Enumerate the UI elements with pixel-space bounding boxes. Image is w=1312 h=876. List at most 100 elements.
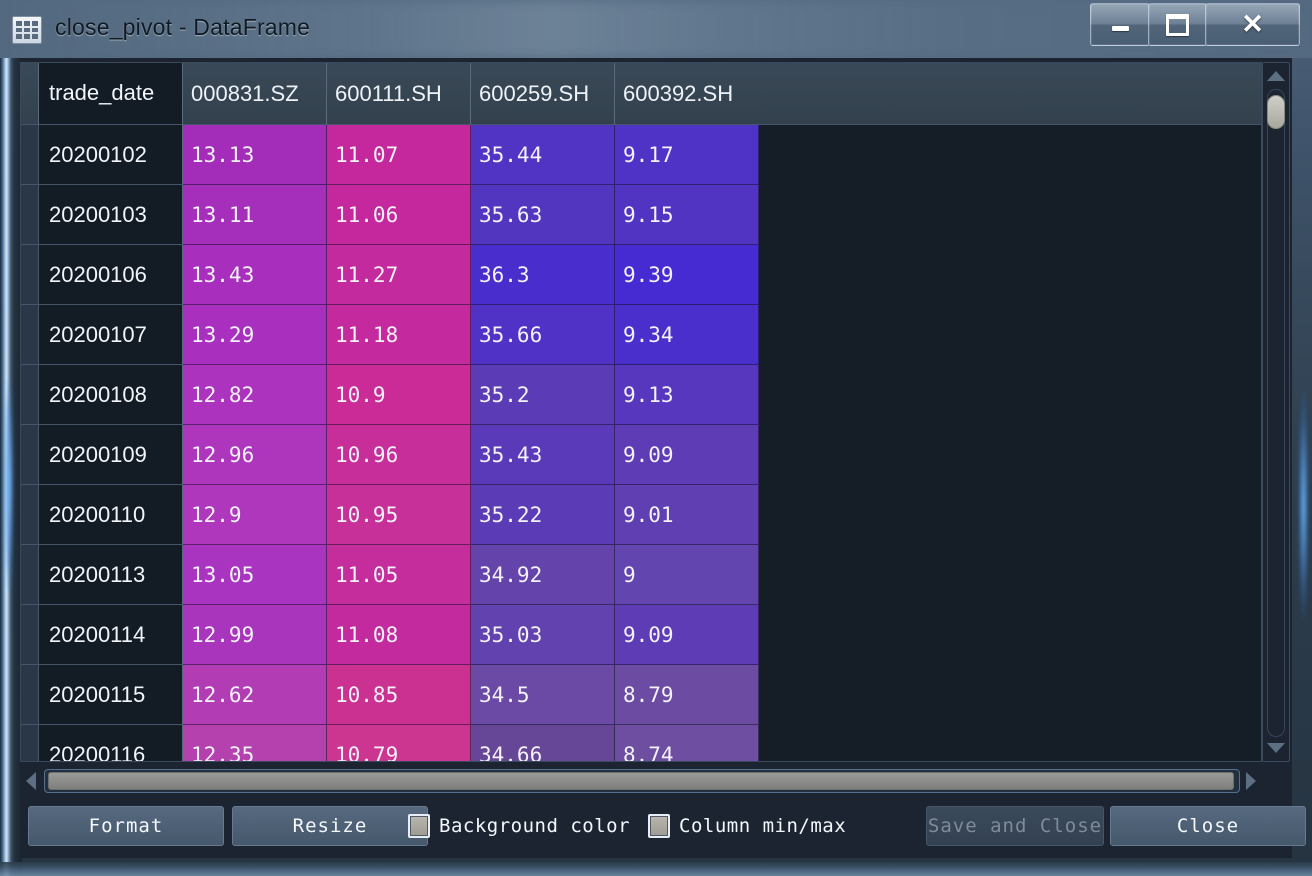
vertical-scrollbar[interactable] [1262, 62, 1290, 762]
table-cell[interactable]: 10.95 [327, 485, 471, 545]
table-cell[interactable]: 8.79 [615, 665, 759, 725]
vertical-scroll-thumb[interactable] [1267, 95, 1285, 129]
close-window-button[interactable]: ✕ [1205, 3, 1300, 46]
table-cell[interactable]: 12.82 [183, 365, 327, 425]
horizontal-scroll-thumb[interactable] [48, 772, 1234, 790]
table-row[interactable]: 20200114 12.99 11.08 35.03 9.09 [21, 605, 1261, 665]
table-cell[interactable]: 12.62 [183, 665, 327, 725]
table-cell[interactable]: 11.07 [327, 125, 471, 185]
table-cell[interactable]: 35.43 [471, 425, 615, 485]
table-cell[interactable]: 9.01 [615, 485, 759, 545]
column-header-trade-date[interactable]: trade_date [39, 63, 183, 125]
row-selector-gutter[interactable] [21, 605, 39, 665]
row-index-cell[interactable]: 20200106 [39, 245, 183, 305]
row-selector-gutter[interactable] [21, 485, 39, 545]
save-and-close-button[interactable]: Save and Close [926, 806, 1104, 846]
table-cell[interactable]: 35.44 [471, 125, 615, 185]
table-cell[interactable]: 13.11 [183, 185, 327, 245]
row-index-cell[interactable]: 20200109 [39, 425, 183, 485]
table-cell[interactable]: 9.17 [615, 125, 759, 185]
table-cell[interactable]: 12.9 [183, 485, 327, 545]
row-selector-gutter[interactable] [21, 425, 39, 485]
column-header-600392-sh[interactable]: 600392.SH [615, 63, 1261, 125]
minimize-button[interactable] [1090, 3, 1150, 46]
table-cell[interactable]: 8.74 [615, 725, 759, 761]
row-index-cell[interactable]: 20200103 [39, 185, 183, 245]
table-row[interactable]: 20200107 13.29 11.18 35.66 9.34 [21, 305, 1261, 365]
format-button[interactable]: Format [28, 806, 224, 846]
table-cell[interactable]: 34.66 [471, 725, 615, 761]
table-row[interactable]: 20200109 12.96 10.96 35.43 9.09 [21, 425, 1261, 485]
scroll-up-arrow[interactable] [1267, 71, 1285, 81]
row-index-cell[interactable]: 20200116 [39, 725, 183, 761]
table-cell[interactable]: 9.09 [615, 605, 759, 665]
row-selector-gutter[interactable] [21, 305, 39, 365]
table-cell[interactable]: 11.06 [327, 185, 471, 245]
scroll-right-arrow[interactable] [1246, 772, 1256, 790]
row-index-cell[interactable]: 20200114 [39, 605, 183, 665]
table-cell[interactable]: 11.27 [327, 245, 471, 305]
column-header-600259-sh[interactable]: 600259.SH [471, 63, 615, 125]
table-cell[interactable]: 9.39 [615, 245, 759, 305]
row-index-cell[interactable]: 20200102 [39, 125, 183, 185]
column-header-000831-sz[interactable]: 000831.SZ [183, 63, 327, 125]
table-cell[interactable]: 10.85 [327, 665, 471, 725]
table-cell[interactable]: 10.79 [327, 725, 471, 761]
column-header-600111-sh[interactable]: 600111.SH [327, 63, 471, 125]
table-cell[interactable]: 11.08 [327, 605, 471, 665]
row-selector-gutter[interactable] [21, 185, 39, 245]
row-index-cell[interactable]: 20200108 [39, 365, 183, 425]
table-cell[interactable]: 35.22 [471, 485, 615, 545]
row-selector-gutter[interactable] [21, 725, 39, 761]
table-row[interactable]: 20200110 12.9 10.95 35.22 9.01 [21, 485, 1261, 545]
vertical-scroll-track[interactable] [1267, 89, 1285, 737]
column-minmax-checkbox[interactable]: Column min/max [648, 814, 846, 838]
table-cell[interactable]: 34.92 [471, 545, 615, 605]
table-cell[interactable]: 9.09 [615, 425, 759, 485]
table-cell[interactable]: 12.99 [183, 605, 327, 665]
table-cell[interactable]: 35.03 [471, 605, 615, 665]
table-row[interactable]: 20200115 12.62 10.85 34.5 8.79 [21, 665, 1261, 725]
maximize-button[interactable] [1148, 3, 1207, 46]
table-cell[interactable]: 12.96 [183, 425, 327, 485]
resize-button[interactable]: Resize [232, 806, 428, 846]
table-cell[interactable]: 9.34 [615, 305, 759, 365]
table-cell[interactable]: 9 [615, 545, 759, 605]
table-cell[interactable]: 35.63 [471, 185, 615, 245]
table-cell[interactable]: 35.2 [471, 365, 615, 425]
table-cell[interactable]: 13.13 [183, 125, 327, 185]
background-color-checkbox[interactable]: Background color [408, 814, 630, 838]
table-cell[interactable]: 10.9 [327, 365, 471, 425]
row-selector-gutter[interactable] [21, 365, 39, 425]
table-row[interactable]: 20200106 13.43 11.27 36.3 9.39 [21, 245, 1261, 305]
close-button[interactable]: Close [1110, 806, 1306, 846]
scroll-left-arrow[interactable] [26, 772, 36, 790]
row-index-cell[interactable]: 20200110 [39, 485, 183, 545]
row-selector-gutter[interactable] [21, 545, 39, 605]
scroll-down-arrow[interactable] [1267, 743, 1285, 753]
row-selector-gutter[interactable] [21, 125, 39, 185]
title-bar[interactable]: close_pivot - DataFrame ✕ [0, 0, 1312, 58]
table-row[interactable]: 20200116 12.35 10.79 34.66 8.74 [21, 725, 1261, 761]
table-cell[interactable]: 9.15 [615, 185, 759, 245]
table-row[interactable]: 20200108 12.82 10.9 35.2 9.13 [21, 365, 1261, 425]
horizontal-scrollbar[interactable] [20, 766, 1262, 796]
table-cell[interactable]: 34.5 [471, 665, 615, 725]
table-cell[interactable]: 9.13 [615, 365, 759, 425]
row-index-cell[interactable]: 20200113 [39, 545, 183, 605]
table-cell[interactable]: 13.29 [183, 305, 327, 365]
table-cell[interactable]: 11.18 [327, 305, 471, 365]
table-cell[interactable]: 12.35 [183, 725, 327, 761]
row-index-cell[interactable]: 20200115 [39, 665, 183, 725]
table-row[interactable]: 20200103 13.11 11.06 35.63 9.15 [21, 185, 1261, 245]
table-cell[interactable]: 10.96 [327, 425, 471, 485]
table-cell[interactable]: 36.3 [471, 245, 615, 305]
table-cell[interactable]: 11.05 [327, 545, 471, 605]
row-selector-gutter[interactable] [21, 665, 39, 725]
row-index-cell[interactable]: 20200107 [39, 305, 183, 365]
dataframe-table[interactable]: trade_date 000831.SZ 600111.SH 600259.SH 600… [20, 62, 1262, 762]
table-row[interactable]: 20200113 13.05 11.05 34.92 9 [21, 545, 1261, 605]
table-row[interactable]: 20200102 13.13 11.07 35.44 9.17 [21, 125, 1261, 185]
table-cell[interactable]: 13.05 [183, 545, 327, 605]
table-cell[interactable]: 35.66 [471, 305, 615, 365]
